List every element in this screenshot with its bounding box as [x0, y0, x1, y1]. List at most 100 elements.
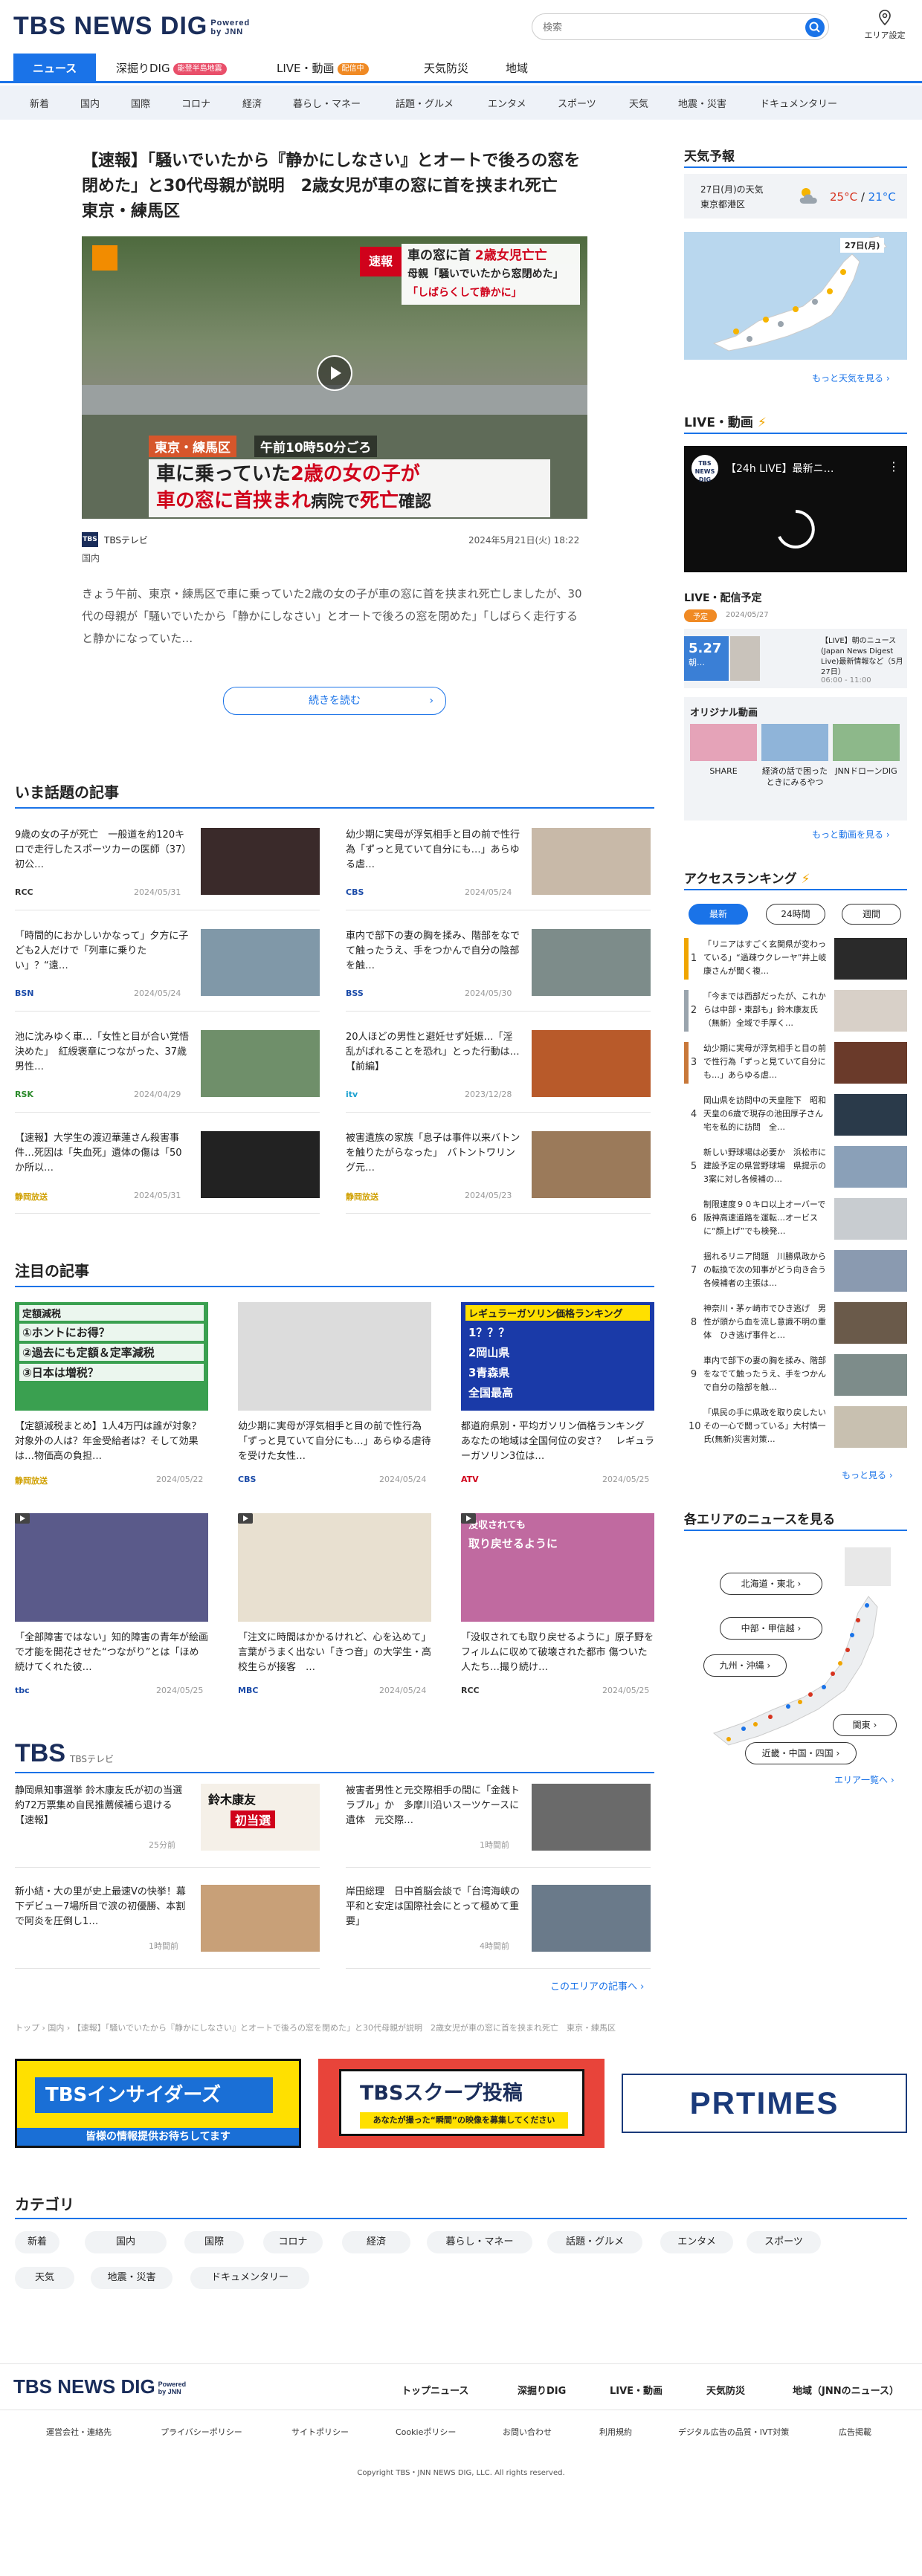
- featured-title[interactable]: 「没収されても取り戻せるように」原子野をフィルムに収めて破壊された都市 傷ついた…: [461, 1631, 654, 1675]
- tbs-article-title[interactable]: 静岡県知事選挙 鈴木康友氏が初の当選 約72万票集め自民推薦候補ら退ける【速報】: [15, 1784, 190, 1828]
- category-chip[interactable]: 経済: [342, 2231, 410, 2253]
- ranking-tab-24h[interactable]: 24時間: [766, 904, 825, 925]
- subnav-item[interactable]: 国内: [80, 96, 100, 110]
- trending-thumb[interactable]: [201, 1030, 320, 1097]
- category-chip[interactable]: ドキュメンタリー: [190, 2267, 309, 2289]
- category-chip[interactable]: 国際: [184, 2231, 244, 2253]
- footer-link[interactable]: Cookieポリシー: [396, 2426, 456, 2438]
- category-chip[interactable]: エンタメ: [660, 2231, 733, 2253]
- ranking-thumb[interactable]: [834, 1354, 907, 1396]
- subnav-item[interactable]: スポーツ: [558, 96, 596, 110]
- ranking-thumb[interactable]: [834, 1198, 907, 1240]
- tbs-article-title[interactable]: 新小結・大の里が史上最速Vの快挙！幕下デビュー7場所目で涙の初優勝、本割で阿炎を…: [15, 1885, 190, 1929]
- trending-thumb[interactable]: [532, 1030, 651, 1097]
- featured-title[interactable]: 「注文に時間はかかるけれど、心を込めて」言葉がうまく出ない「きつ音」の大学生・高…: [238, 1631, 431, 1675]
- category-chip[interactable]: コロナ: [263, 2231, 323, 2253]
- trending-title[interactable]: 【速報】大学生の渡辺華蓮さん殺害事件…死因は「失血死」遺体の傷は「50か所以…: [15, 1131, 190, 1176]
- original-label[interactable]: JNNドローンDIG: [833, 766, 900, 777]
- ranking-thumb[interactable]: [834, 1250, 907, 1292]
- category-chip[interactable]: 話題・グルメ: [547, 2231, 642, 2253]
- area-button-hokkaido-tohoku[interactable]: 北海道・東北 ›: [720, 1573, 822, 1595]
- play-button[interactable]: [317, 355, 352, 391]
- original-label[interactable]: 経済の話で困ったときにみるやつ: [761, 766, 828, 788]
- footer-nav-item[interactable]: 天気防災: [706, 2383, 745, 2397]
- original-label[interactable]: SHARE: [690, 766, 757, 777]
- ranking-item-title[interactable]: 揺れるリニア問題 川勝県政からの転換で次の知事がどう向き合う 各候補者の主張は…: [703, 1250, 830, 1292]
- top-story-title[interactable]: 【速報】「騒いでいたから『静かにしなさい』とオートで後ろの窓を閉めた」と30代母…: [82, 149, 587, 224]
- category-chip[interactable]: 地震・災害: [91, 2267, 173, 2289]
- scoop-banner[interactable]: TBSスクープ投稿 あなたが撮った“瞬間”の映像を募集してください: [318, 2059, 605, 2148]
- subnav-item[interactable]: 天気: [629, 96, 648, 110]
- schedule-item[interactable]: 5.27 朝… 【LIVE】朝のニュース(Japan News Digest Li…: [684, 629, 907, 688]
- read-more-button[interactable]: 続きを読む ›: [223, 687, 446, 715]
- area-button-kinki[interactable]: 近畿・中国・四国 ›: [745, 1742, 857, 1764]
- ranking-item-title[interactable]: 制限速度９０キロ以上オーバーで阪神高速道路を運転…オービスに“顔上げ”でも検発…: [703, 1198, 830, 1240]
- ranking-item-title[interactable]: 車内で部下の妻の胸を揉み、階部をなでて触ったうえ、手をつかんで自分の陰部を触…: [703, 1354, 830, 1396]
- ranking-tab-latest[interactable]: 最新: [689, 904, 748, 925]
- tbs-article-thumb[interactable]: [532, 1885, 651, 1952]
- ranking-thumb[interactable]: [834, 990, 907, 1032]
- area-button-kanto[interactable]: 関東 ›: [833, 1714, 897, 1736]
- trending-thumb[interactable]: [532, 1131, 651, 1198]
- tab-live[interactable]: LIVE・動画 配信中: [277, 54, 369, 83]
- tbs-article-thumb[interactable]: [201, 1885, 320, 1952]
- category-chip[interactable]: スポーツ: [747, 2231, 821, 2253]
- footer-link[interactable]: サイトポリシー: [291, 2426, 349, 2438]
- featured-title[interactable]: 【定額減税まとめ】1人4万円は誰が対象？対象外の人は？年金受給者は？そして効果は…: [15, 1420, 208, 1464]
- weather-summary[interactable]: 27日(月)の天気 東京都港区 25°C / 21°C: [684, 174, 907, 219]
- ranking-item-title[interactable]: 「今までは西部だったが、これからは中部・東部も」鈴木康友氏（無新）全域で手厚く…: [703, 990, 830, 1032]
- area-button-chubu[interactable]: 中部・甲信越 ›: [720, 1617, 822, 1640]
- category-chip[interactable]: 暮らし・マネー: [427, 2231, 532, 2253]
- category-chip[interactable]: 新着: [15, 2231, 59, 2253]
- subnav-item[interactable]: 新着: [30, 96, 49, 110]
- category-chip[interactable]: 天気: [15, 2267, 74, 2289]
- search-button[interactable]: [805, 18, 825, 37]
- featured-title[interactable]: 「全部障害ではない」知的障害の青年が絵画で才能を開花させた“つながり”とは「ほめ…: [15, 1631, 208, 1675]
- footer-link[interactable]: お問い合わせ: [503, 2426, 552, 2438]
- weather-more-link[interactable]: もっと天気を見る ›: [812, 372, 890, 384]
- prtimes-banner[interactable]: PRTIMES: [622, 2074, 907, 2133]
- tbs-article-title[interactable]: 被害者男性と元交際相手の間に「金銭トラブル」か 多摩川沿いスーツケースに遺体 元…: [346, 1784, 520, 1828]
- subnav-item[interactable]: 話題・グルメ: [396, 96, 454, 110]
- ranking-item-title[interactable]: 幼少期に実母が浮気相手と目の前で性行為「ずっと見ていて自分にも…」あらゆる虐…: [703, 1042, 830, 1084]
- area-setting-button[interactable]: エリア設定: [855, 9, 915, 41]
- original-thumb[interactable]: [761, 724, 828, 761]
- featured-thumb[interactable]: [15, 1513, 208, 1622]
- footer-link[interactable]: プライバシーポリシー: [161, 2426, 242, 2438]
- tbs-area-more-link[interactable]: このエリアの記事へ ›: [550, 1978, 644, 1993]
- top-story-category[interactable]: 国内: [82, 551, 100, 564]
- ranking-thumb[interactable]: [834, 1146, 907, 1188]
- areas-more-link[interactable]: エリア一覧へ ›: [834, 1773, 894, 1786]
- videos-more-link[interactable]: もっと動画を見る ›: [812, 828, 890, 841]
- subnav-item[interactable]: エンタメ: [488, 96, 526, 110]
- trending-thumb[interactable]: [201, 828, 320, 895]
- trending-thumb[interactable]: [532, 828, 651, 895]
- trending-thumb[interactable]: [532, 929, 651, 996]
- trending-title[interactable]: 9歳の女の子が死亡 一般道を約120キロで走行したスポーツカーの医師（37）初公…: [15, 828, 190, 873]
- tab-region[interactable]: 地域: [506, 54, 528, 83]
- ranking-item-title[interactable]: 「県民の手に県政を取り戻したい その一心で闘っている」大村慎一氏(無新)災害対策…: [703, 1406, 830, 1448]
- live-video-player[interactable]: TBS NEWS DIG 【24h LIVE】最新ニ… ⋮: [684, 446, 907, 572]
- tbs-article-thumb[interactable]: 鈴木康友 初当選: [201, 1784, 320, 1851]
- ranking-item-title[interactable]: 「リニアはすごく玄関県が変わっている」“過疎ウクレーヤ”井上岐康さんが聞く複…: [703, 938, 830, 980]
- subnav-item[interactable]: 経済: [242, 96, 262, 110]
- subnav-item[interactable]: コロナ: [181, 96, 210, 110]
- site-logo[interactable]: TBS NEWS DIG Powered by JNN: [13, 12, 250, 41]
- trending-title[interactable]: 池に沈みゆく車…「女性と目が合い覚悟決めた」 紅綬褒章につながった、37歳男性…: [15, 1030, 190, 1075]
- footer-logo[interactable]: TBS NEWS DIG Powered by JNN: [13, 2375, 186, 2398]
- ranking-thumb[interactable]: [834, 1094, 907, 1136]
- featured-thumb[interactable]: 没収されても 取り戻せるように: [461, 1513, 654, 1622]
- footer-link[interactable]: 広告掲載: [839, 2426, 871, 2438]
- ranking-item-title[interactable]: 岡山県を訪問中の天皇陛下 昭和天皇の6歳で現存の池田厚子さん宅を私的に訪問 全…: [703, 1094, 830, 1136]
- ranking-tab-weekly[interactable]: 週間: [842, 904, 901, 925]
- area-button-kyushu[interactable]: 九州・沖縄 ›: [703, 1654, 787, 1677]
- footer-nav-item[interactable]: 深掘りDIG: [518, 2383, 566, 2397]
- ranking-thumb[interactable]: [834, 1042, 907, 1084]
- trending-title[interactable]: 20人ほどの男性と避妊せず妊娠…「淫乱がばれることを恐れ」とった行動は…【前編】: [346, 1030, 520, 1075]
- tab-news[interactable]: ニュース: [13, 54, 97, 83]
- featured-title[interactable]: 幼少期に実母が浮気相手と目の前で性行為「ずっと見ていて自分にも…」あらゆる虐待を…: [238, 1420, 431, 1464]
- original-thumb[interactable]: [690, 724, 757, 761]
- featured-title[interactable]: 都道府県別・平均ガソリン価格ランキング あなたの地域は全国何位の安さ？ レギュラ…: [461, 1420, 654, 1464]
- trending-title[interactable]: 幼少期に実母が浮気相手と目の前で性行為「ずっと見ていて自分にも…」あらゆる虐…: [346, 828, 520, 873]
- subnav-item[interactable]: ドキュメンタリー: [760, 96, 837, 110]
